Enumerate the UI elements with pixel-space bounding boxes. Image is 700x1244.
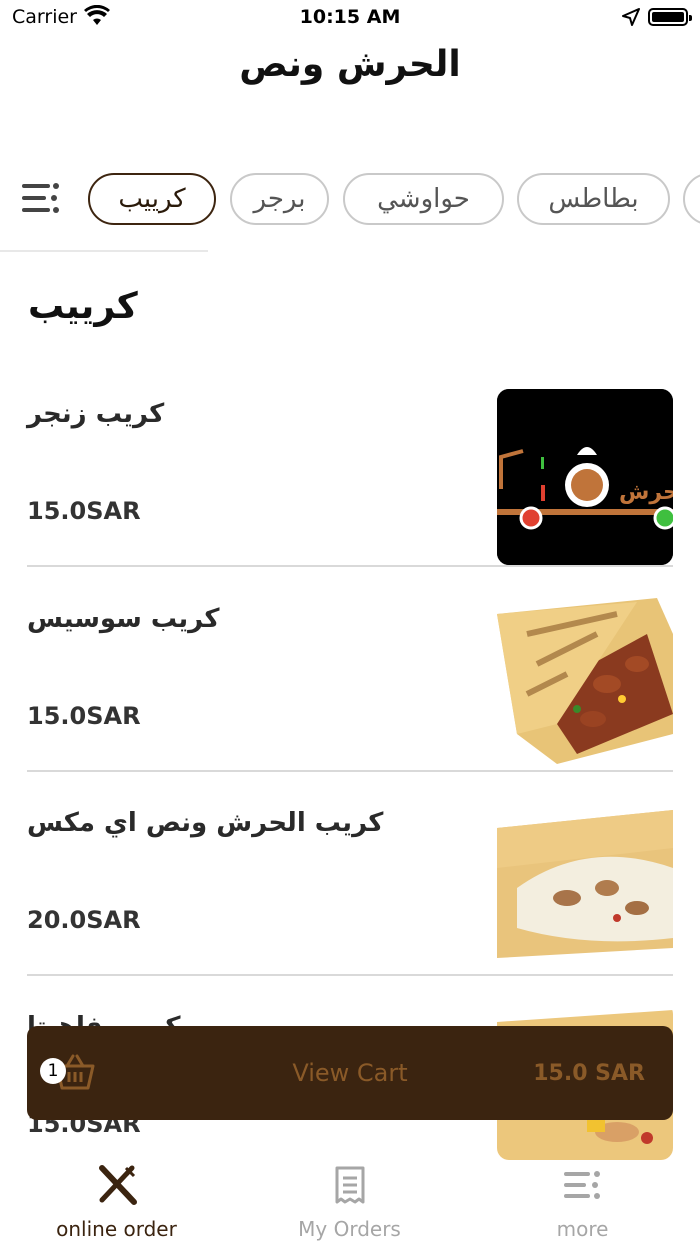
tab-label: more [556, 1217, 609, 1241]
item-price: 15.0SAR [27, 497, 141, 525]
item-image [497, 594, 673, 770]
category-pill-fries[interactable]: بطاطس [517, 173, 670, 225]
item-image [497, 798, 673, 974]
page-title: الحرش ونص [239, 44, 461, 85]
category-menu-icon[interactable] [20, 180, 62, 216]
category-pill-crepe[interactable]: كرييب [88, 173, 216, 225]
crepe-sausage-image [497, 598, 673, 764]
tab-bar: online order My Orders more [0, 1160, 700, 1244]
tab-my-orders[interactable]: My Orders [233, 1160, 466, 1244]
divider [27, 974, 673, 976]
category-pill-hawawshi[interactable]: حواوشي [343, 173, 504, 225]
divider [27, 565, 673, 567]
clock: 10:15 AM [299, 6, 401, 28]
divider [27, 770, 673, 772]
category-pill-burger[interactable]: برجر [230, 173, 329, 225]
battery-icon [648, 8, 692, 26]
svg-text:حرش: حرش [619, 480, 673, 505]
menu-item[interactable]: كريب الحرش ونص اي مكس 20.0SAR [27, 798, 673, 1002]
status-bar: Carrier 10:15 AM [0, 0, 700, 36]
item-price: 15.0SAR [27, 702, 141, 730]
location-arrow-icon [622, 8, 640, 26]
restaurant-logo-icon: حرش [497, 389, 673, 565]
view-cart-button[interactable]: 1 View Cart 15.0 SAR [27, 1026, 673, 1120]
crepe-mix-image [497, 810, 673, 958]
cart-total: 15.0 SAR [533, 1061, 645, 1086]
category-scroll-indicator [0, 250, 208, 252]
menu-item[interactable]: كريب سوسيس 15.0SAR [27, 594, 673, 798]
receipt-icon [335, 1166, 365, 1204]
item-image: حرش [497, 389, 673, 565]
tab-label: My Orders [298, 1217, 401, 1241]
category-bar: كرييب برجر حواوشي بطاطس [0, 166, 700, 252]
fork-knife-icon [99, 1165, 137, 1205]
tab-label: online order [56, 1217, 177, 1241]
item-name: كريب زنجر [27, 399, 165, 429]
section-title: كرييب [28, 286, 138, 327]
menu-icon [564, 1171, 600, 1199]
item-name: كريب الحرش ونص اي مكس [27, 808, 384, 838]
item-name: كريب سوسيس [27, 604, 220, 634]
tab-more[interactable]: more [466, 1160, 699, 1244]
menu-item[interactable]: كريب زنجر 15.0SAR حرش [27, 389, 673, 593]
category-pill-more[interactable] [683, 173, 700, 225]
item-price: 20.0SAR [27, 906, 141, 934]
tab-online-order[interactable]: online order [0, 1160, 233, 1244]
